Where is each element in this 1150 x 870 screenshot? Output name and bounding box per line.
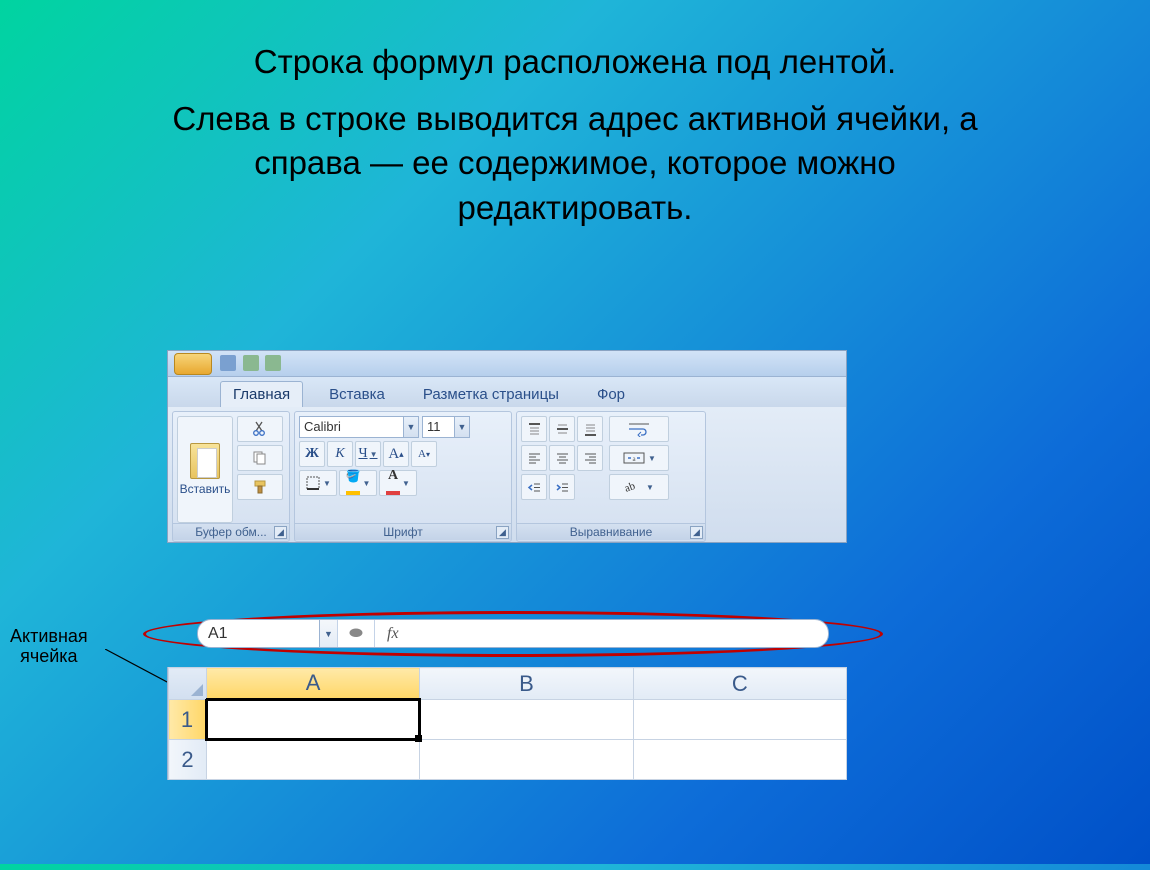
wrap-text-button[interactable] [609, 416, 669, 442]
right-align-button[interactable] [577, 445, 603, 471]
grow-font-button[interactable]: A▴ [383, 441, 409, 467]
top-align-button[interactable] [521, 416, 547, 442]
tab-insert[interactable]: Вставка [317, 382, 397, 407]
qat-save-icon[interactable] [220, 355, 236, 371]
orientation-button[interactable]: ab▼ [609, 474, 669, 500]
qat-redo-icon[interactable] [265, 355, 281, 371]
font-color-button[interactable]: A ▼ [379, 470, 417, 496]
dialog-launcher-icon[interactable]: ◢ [690, 526, 703, 539]
qat-undo-icon[interactable] [243, 355, 259, 371]
chevron-down-icon: ▼ [454, 417, 469, 437]
active-cell-annotation: Активная ячейка [10, 627, 88, 667]
copy-button[interactable] [237, 445, 283, 471]
svg-text:ab: ab [624, 480, 637, 495]
excel-window: Главная Вставка Разметка страницы Фор Вс… [167, 350, 847, 543]
chevron-down-icon: ▼ [403, 417, 418, 437]
formula-input[interactable] [411, 620, 828, 647]
underline-button[interactable]: Ч▼ [355, 441, 381, 467]
borders-button[interactable]: ▼ [299, 470, 337, 496]
decrease-indent-button[interactable] [521, 474, 547, 500]
ribbon-tabs: Главная Вставка Разметка страницы Фор [168, 377, 846, 407]
merge-center-button[interactable]: a▼ [609, 445, 669, 471]
excel-illustration: Активная ячейка Главная Вставка Разметка… [0, 350, 1150, 870]
font-name-combo[interactable]: Calibri ▼ [299, 416, 419, 438]
svg-text:a: a [632, 455, 636, 463]
spreadsheet-grid: A B C 1 2 [167, 667, 847, 780]
select-all-corner[interactable] [169, 668, 207, 700]
bottom-align-button[interactable] [577, 416, 603, 442]
dialog-launcher-icon[interactable]: ◢ [496, 526, 509, 539]
paste-button[interactable]: Вставить [177, 416, 233, 523]
tab-formulas[interactable]: Фор [585, 382, 637, 407]
font-size-combo[interactable]: 11 ▼ [422, 416, 470, 438]
cell-c1[interactable] [633, 700, 846, 740]
slide-text: Строка формул расположена под лентой. Сл… [0, 0, 1150, 240]
cell-b1[interactable] [420, 700, 633, 740]
tab-home[interactable]: Главная [220, 381, 303, 407]
name-box[interactable]: A1 ▼ [198, 620, 338, 647]
group-label-font: Шрифт ◢ [295, 523, 511, 540]
column-header-b[interactable]: B [420, 668, 633, 700]
increase-indent-button[interactable] [549, 474, 575, 500]
group-clipboard: Вставить Буфер о [172, 411, 290, 542]
group-font: Calibri ▼ 11 ▼ Ж К Ч▼ A▴ A▾ [294, 411, 512, 542]
fill-color-button[interactable]: 🪣 ▼ [339, 470, 377, 496]
insert-function-button[interactable]: fx [374, 620, 411, 647]
column-header-a[interactable]: A [206, 668, 419, 700]
row-header-1[interactable]: 1 [169, 700, 207, 740]
formula-bar-highlight: A1 ▼ ⬬ fx [143, 611, 883, 657]
dialog-launcher-icon[interactable]: ◢ [274, 526, 287, 539]
office-button[interactable] [174, 353, 212, 375]
formula-bar: A1 ▼ ⬬ fx [197, 619, 829, 648]
quick-access-toolbar [220, 355, 283, 376]
tab-page-layout[interactable]: Разметка страницы [411, 382, 571, 407]
middle-align-button[interactable] [549, 416, 575, 442]
group-label-alignment: Выравнивание ◢ [517, 523, 705, 540]
format-painter-button[interactable] [237, 474, 283, 500]
title-bar [168, 351, 846, 377]
bold-button[interactable]: Ж [299, 441, 325, 467]
column-header-c[interactable]: C [633, 668, 846, 700]
cell-b2[interactable] [420, 740, 633, 780]
slide-line-2: Слева в строке выводится адрес активной … [90, 85, 1060, 231]
cell-a2[interactable] [206, 740, 419, 780]
row-header-2[interactable]: 2 [169, 740, 207, 780]
cut-button[interactable] [237, 416, 283, 442]
chevron-down-icon: ▼ [319, 620, 337, 647]
group-label-clipboard: Буфер обм... ◢ [173, 523, 289, 540]
bucket-icon: 🪣 [346, 471, 361, 481]
ribbon: Вставить Буфер о [168, 407, 846, 542]
group-alignment: a▼ ab▼ Выравнивание ◢ [516, 411, 706, 542]
left-align-button[interactable] [521, 445, 547, 471]
slide-line-1: Строка формул расположена под лентой. [90, 40, 1060, 85]
expand-formula-icon[interactable]: ⬬ [338, 625, 374, 643]
italic-button[interactable]: К [327, 441, 353, 467]
center-align-button[interactable] [549, 445, 575, 471]
cell-c2[interactable] [633, 740, 846, 780]
cell-a1[interactable] [206, 700, 419, 740]
paste-icon [190, 443, 220, 479]
shrink-font-button[interactable]: A▾ [411, 441, 437, 467]
